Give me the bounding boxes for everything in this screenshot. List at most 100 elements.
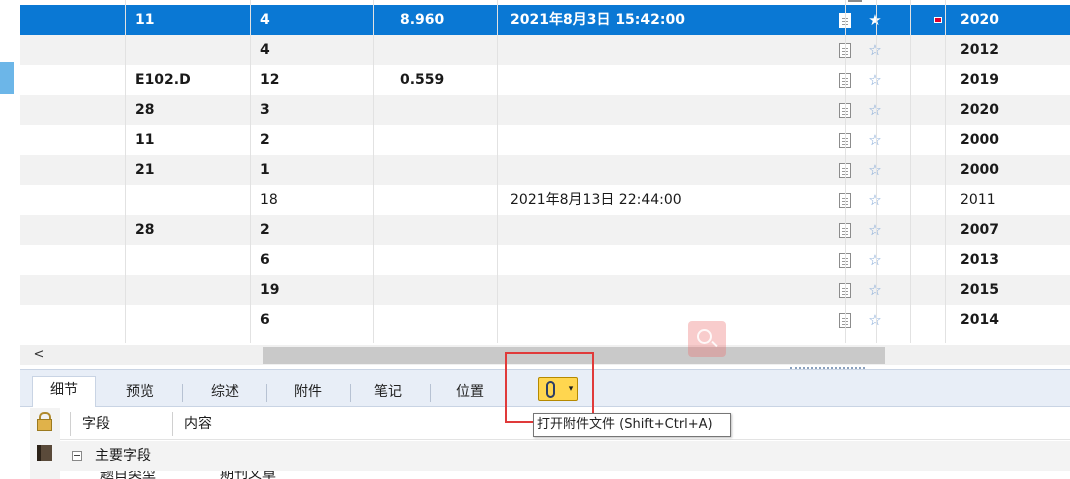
star-icon: ☆	[868, 221, 882, 239]
detail-group-main-fields[interactable]: 主要字段	[60, 441, 1070, 471]
favorite-cell[interactable]: ☆	[860, 65, 890, 95]
table-cell-c3: 0.559	[400, 72, 445, 88]
table-cell-c2: 1	[260, 162, 270, 178]
star-icon: ☆	[868, 191, 882, 209]
column-divider	[910, 0, 911, 343]
tab-attachments[interactable]: 附件	[278, 379, 338, 407]
star-icon: ☆	[868, 281, 882, 299]
column-divider	[497, 0, 498, 343]
tab-separator	[350, 384, 351, 402]
favorite-cell[interactable]: ☆	[860, 155, 890, 185]
table-cell-c3	[400, 125, 510, 155]
table-cell-c1: 11	[135, 132, 155, 148]
search-icon	[697, 329, 712, 344]
table-row[interactable]: 6 2014 ☆	[20, 305, 1070, 335]
partial-field-label: 题目类型	[100, 471, 156, 479]
book-icon[interactable]	[37, 445, 52, 461]
table-row[interactable]: 28 3 2020 ☆	[20, 95, 1070, 125]
table-row[interactable]: 11 4 8.960 2021年8月3日 15:42:00 2020 ★	[20, 5, 1070, 35]
table-cell-c1	[135, 185, 245, 215]
column-header-content[interactable]: 内容	[184, 408, 212, 440]
partial-field-value: 期刊文章	[220, 471, 276, 479]
table-cell-c9: 2007	[960, 222, 999, 238]
table-cell-c2: 12	[260, 72, 280, 88]
table-cell-c2: 3	[260, 102, 270, 118]
tooltip-open-attachment: 打开附件文件 (Shift+Ctrl+A)	[533, 413, 731, 437]
star-icon: ☆	[868, 71, 882, 89]
table-cell-c1: 28	[135, 222, 155, 238]
favorite-cell[interactable]: ☆	[860, 245, 890, 275]
table-cell-c1: E102.D	[135, 72, 191, 88]
table-cell-c3	[400, 275, 510, 305]
column-divider	[845, 0, 846, 343]
tab-separator	[182, 384, 183, 402]
table-cell-c1	[135, 305, 245, 335]
reference-table: 11 4 8.960 2021年8月3日 15:42:00 2020 ★ 4 2012 ☆ E10…	[20, 0, 1070, 343]
table-cell-c4	[510, 215, 830, 245]
favorite-cell[interactable]: ☆	[860, 305, 890, 335]
table-row[interactable]: 11 2 2000 ☆	[20, 125, 1070, 155]
table-row[interactable]: 18 2021年8月13日 22:44:00 2011 ☆	[20, 185, 1070, 215]
favorite-cell[interactable]: ☆	[860, 215, 890, 245]
table-row[interactable]: 28 2 2007 ☆	[20, 215, 1070, 245]
table-cell-c9: 2020	[960, 102, 999, 118]
detail-next-row-partial: 题目类型 期刊文章	[60, 471, 1070, 479]
table-cell-c4	[510, 245, 830, 275]
table-cell-c2: 2	[260, 222, 270, 238]
table-row[interactable]: E102.D 12 0.559 2019 ☆	[20, 65, 1070, 95]
table-cell-c3	[400, 35, 510, 65]
tab-details[interactable]: 细节	[32, 376, 96, 407]
red-flag-icon	[934, 17, 942, 23]
star-icon: ☆	[868, 311, 882, 329]
favorite-cell[interactable]: ☆	[860, 35, 890, 65]
reference-manager-window: 11 4 8.960 2021年8月3日 15:42:00 2020 ★ 4 2012 ☆ E10…	[0, 0, 1070, 479]
tab-separator	[266, 384, 267, 402]
collapse-icon[interactable]	[72, 451, 82, 461]
tab-notes[interactable]: 笔记	[358, 379, 418, 407]
tab-location[interactable]: 位置	[438, 379, 502, 407]
table-cell-c9: 2012	[960, 42, 999, 58]
column-divider	[945, 0, 946, 343]
table-cell-c9: 2014	[960, 312, 999, 328]
table-row[interactable]: 21 1 2000 ☆	[20, 155, 1070, 185]
table-cell-c3	[400, 305, 510, 335]
table-top-stub	[848, 0, 862, 2]
favorite-cell[interactable]: ☆	[860, 185, 890, 215]
column-header-field[interactable]: 字段	[82, 408, 110, 440]
column-divider	[125, 0, 126, 343]
favorite-cell[interactable]: ☆	[860, 95, 890, 125]
table-cell-c2: 6	[260, 252, 270, 268]
column-divider	[876, 0, 877, 343]
table-cell-c2: 4	[260, 12, 270, 28]
star-icon: ☆	[868, 251, 882, 269]
table-cell-c1: 11	[135, 12, 155, 28]
table-cell-c9: 2020	[960, 12, 999, 28]
tab-separator	[430, 384, 431, 402]
star-icon: ☆	[868, 131, 882, 149]
table-cell-c2: 4	[260, 42, 270, 58]
table-row[interactable]: 4 2012 ☆	[20, 35, 1070, 65]
star-icon: ☆	[868, 101, 882, 119]
table-cell-c3: 8.960	[400, 12, 445, 28]
column-divider	[373, 0, 374, 343]
table-cell-c4	[510, 275, 830, 305]
tab-preview[interactable]: 预览	[110, 379, 170, 407]
table-cell-c1	[135, 35, 245, 65]
table-cell-c3	[400, 155, 510, 185]
table-cell-c4	[510, 65, 830, 95]
table-cell-c4	[510, 155, 830, 185]
floating-search-button[interactable]	[688, 321, 726, 357]
table-cell-c3	[400, 215, 510, 245]
lock-icon[interactable]	[36, 412, 52, 431]
table-cell-c1: 28	[135, 102, 155, 118]
favorite-cell[interactable]: ☆	[860, 275, 890, 305]
table-cell-c9: 2000	[960, 162, 999, 178]
table-row[interactable]: 6 2013 ☆	[20, 245, 1070, 275]
favorite-cell[interactable]: ☆	[860, 125, 890, 155]
column-separator	[70, 412, 71, 436]
group-label: 主要字段	[95, 448, 151, 464]
tab-summary[interactable]: 综述	[195, 379, 255, 407]
favorite-cell[interactable]: ★	[860, 5, 890, 35]
scroll-left-arrow[interactable]: <	[30, 345, 48, 365]
table-row[interactable]: 19 2015 ☆	[20, 275, 1070, 305]
